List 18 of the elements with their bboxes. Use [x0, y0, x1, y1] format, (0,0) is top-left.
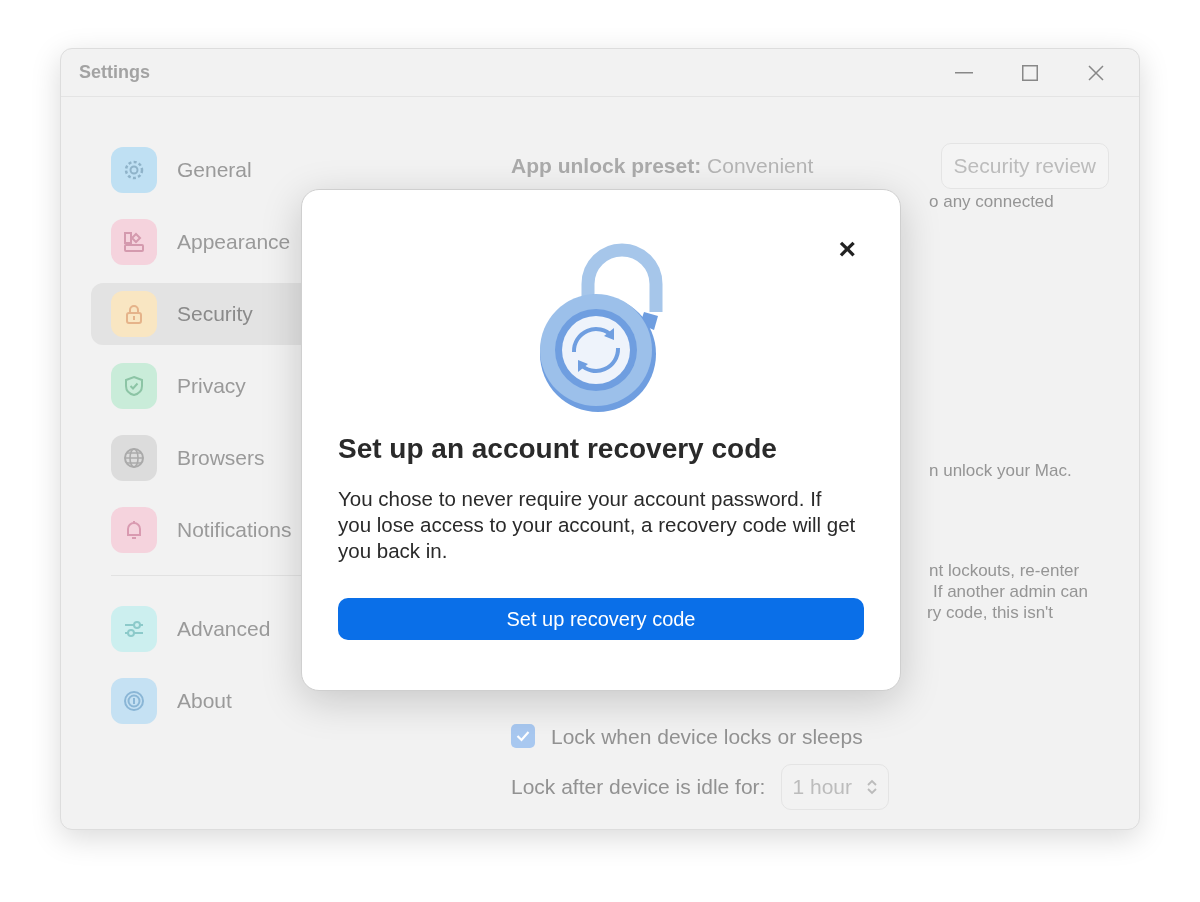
check-icon — [516, 730, 530, 743]
window-title: Settings — [79, 61, 150, 84]
checkbox[interactable] — [511, 724, 535, 749]
maximize-icon — [1022, 64, 1038, 81]
minimize-icon — [955, 71, 973, 74]
close-button[interactable]: × — [834, 234, 860, 264]
dialog-message: You chose to never require your account password. If you lose access to your account, a recovery code will get you back in. — [338, 485, 857, 564]
security-review-button[interactable]: Security review — [940, 143, 1109, 189]
description-text: nt lockouts, re-enter If another admin can ry code, this isn't — [929, 559, 1089, 623]
close-icon — [1088, 64, 1104, 81]
set-up-recovery-code-button[interactable]: Set up recovery code — [338, 597, 864, 640]
unlock-preset-label: App unlock preset: Convenient — [511, 153, 814, 179]
chevron-up-down-icon — [866, 777, 878, 796]
dialog-title: Set up an account recovery code — [338, 432, 778, 466]
idle-label: Lock after device is idle for: — [511, 774, 766, 800]
description-text: n unlock your Mac. — [929, 460, 1073, 482]
description-text: o any connected — [929, 190, 1055, 213]
checkbox-label: Lock when device locks or sleeps — [551, 723, 863, 750]
